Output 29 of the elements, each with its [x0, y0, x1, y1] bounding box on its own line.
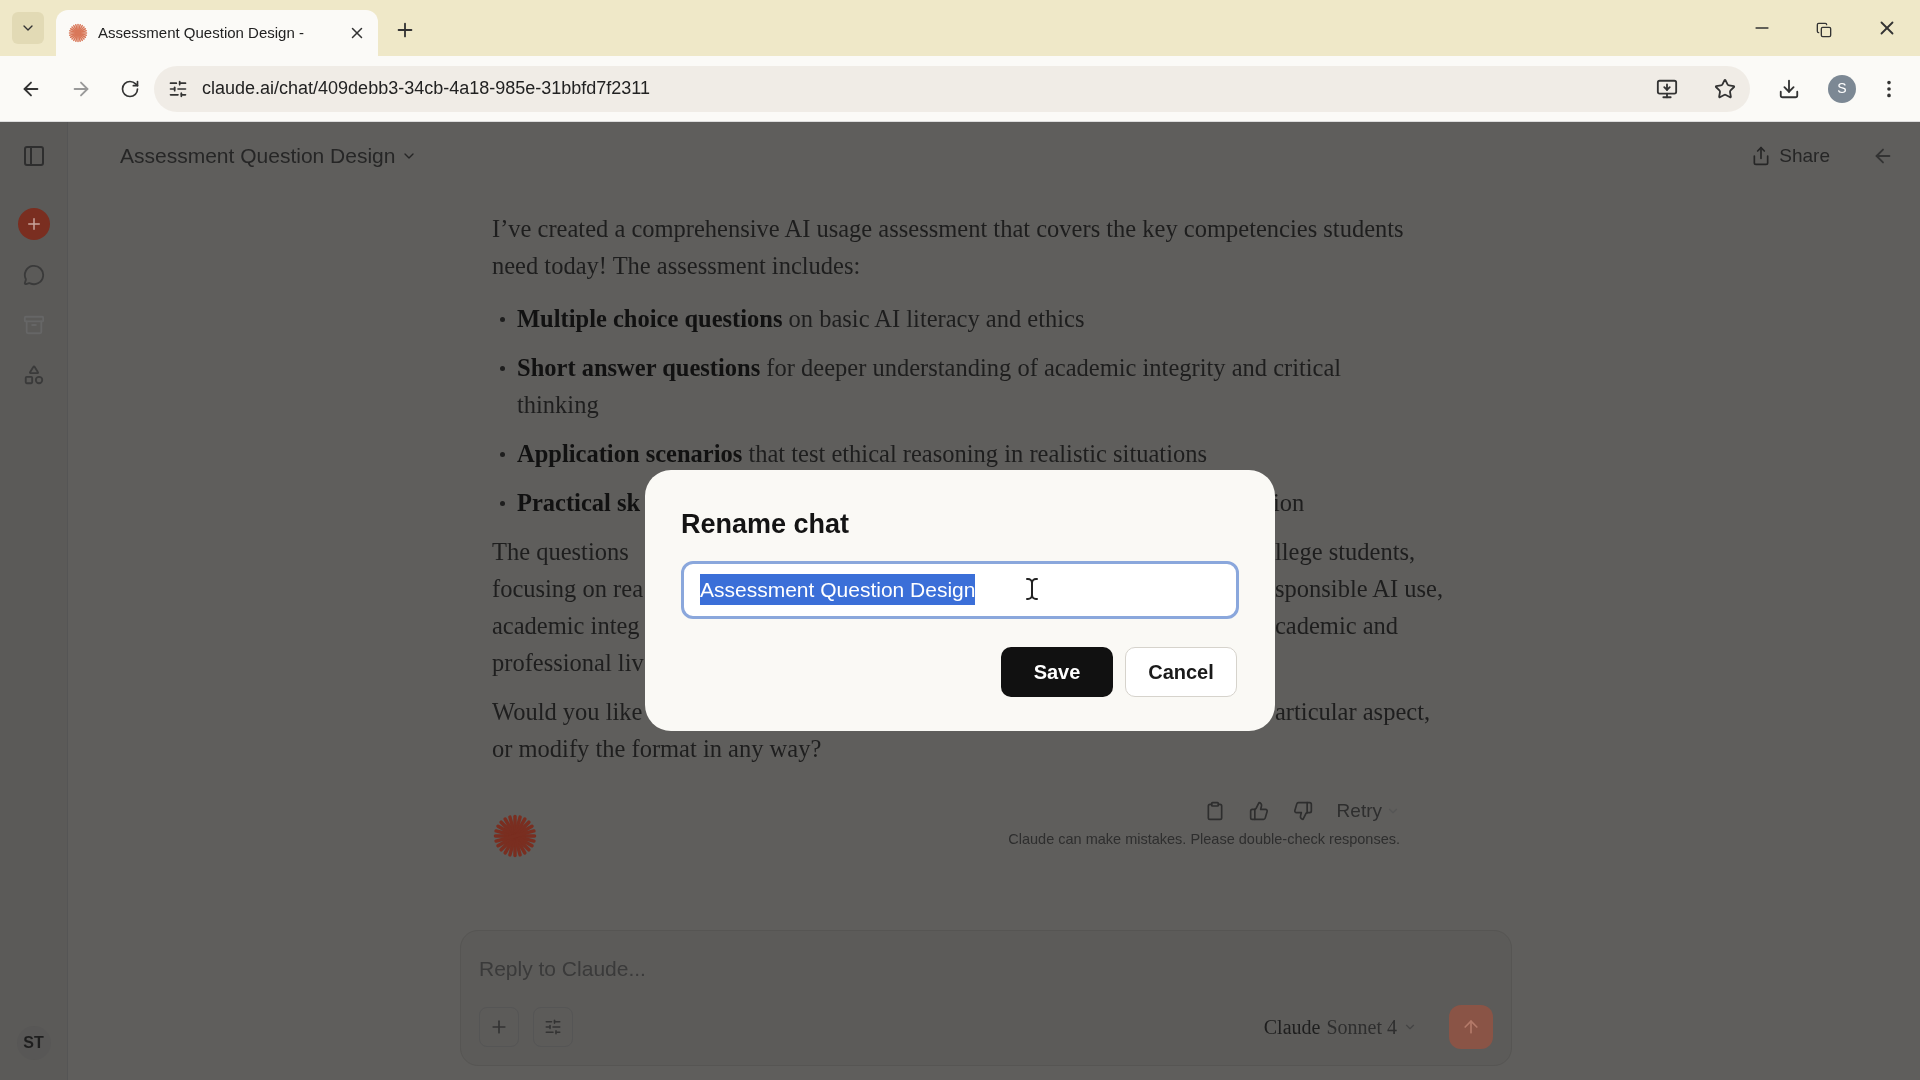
save-button[interactable]: Save — [1001, 646, 1113, 697]
bullet-text: Short answer questions for deeper understanding of academic integrity and critical thinking — [517, 353, 1343, 420]
dialog-title: Rename chat — [681, 508, 851, 541]
url-text: claude.ai/chat/409debb3-34cb-4a18-985e-31bbfd7f2311 — [202, 77, 652, 100]
chat-title-button[interactable]: Assessment Question Design — [120, 140, 418, 172]
message-text: sponsible AI use, — [1275, 574, 1444, 604]
address-bar[interactable]: claude.ai/chat/409debb3-34cb-4a18-985e-31bbfd7f2311 — [154, 65, 1750, 112]
message-text: Would you like — [492, 698, 643, 725]
message-text: cademic and — [1275, 611, 1399, 641]
bullet-text: Practical sk — [517, 489, 641, 516]
bullet-text: ion — [1273, 488, 1305, 518]
message-text: articular aspect, — [1275, 697, 1431, 727]
browser-tab[interactable]: Assessment Question Design - — [56, 10, 378, 56]
user-avatar[interactable]: ST — [16, 1026, 51, 1060]
tab-title: Assessment Question Design - — [98, 22, 305, 43]
message-paragraph: I’ve created a comprehensive AI usage assessment that covers the key competencies students need today! The assessment includes: — [492, 214, 1405, 281]
message-text: llege students, — [1275, 537, 1416, 567]
chat-name-field[interactable]: Assessment Question Design — [681, 560, 1239, 619]
profile-avatar[interactable]: S — [1828, 74, 1856, 103]
message-text: The questions — [492, 538, 629, 565]
share-button[interactable]: Share — [1751, 141, 1830, 171]
chat-name-value: Assessment Question Design — [700, 573, 976, 606]
message-text: or modify the format in any way? — [492, 734, 823, 764]
bullet-text: Application scenarios that test ethical reasoning in realistic situations — [517, 439, 1207, 469]
bullet-text: Multiple choice questions on basic AI literacy and ethics — [517, 304, 1085, 334]
message-text: focusing on rea — [492, 575, 644, 602]
message-text: professional liv — [492, 649, 644, 676]
cancel-button[interactable]: Cancel — [1125, 646, 1237, 697]
message-text: academic integ — [492, 612, 640, 639]
